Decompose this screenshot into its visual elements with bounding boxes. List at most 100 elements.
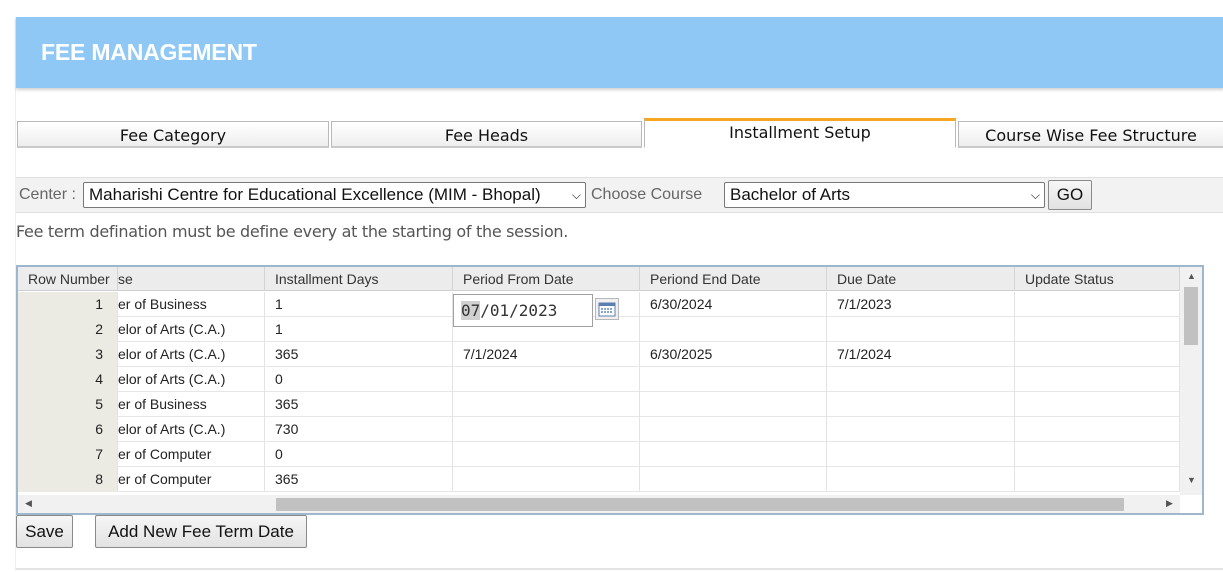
installment-days-cell[interactable]: 1 <box>265 292 453 317</box>
chevron-down-icon: ⌵ <box>1030 188 1040 202</box>
chevron-down-icon: ⌵ <box>571 188 581 202</box>
horizontal-scroll-thumb[interactable] <box>276 498 1124 511</box>
due-date-cell[interactable] <box>827 317 1015 342</box>
course-cell: elor of Arts (C.A.) <box>118 417 265 442</box>
tab-installment-setup[interactable]: Installment Setup <box>644 118 956 148</box>
due-date-cell[interactable] <box>827 417 1015 442</box>
session-note: Fee term defination must be define every… <box>16 222 569 241</box>
update-status-cell[interactable] <box>1015 317 1180 342</box>
tab-bar: Fee Category Fee Heads Installment Setup… <box>16 118 1223 148</box>
installment-days-cell[interactable]: 365 <box>265 342 453 367</box>
update-status-cell[interactable] <box>1015 417 1180 442</box>
period-end-date-cell[interactable] <box>640 317 827 342</box>
course-label: Choose Course <box>591 186 703 203</box>
vertical-scroll-thumb[interactable] <box>1184 287 1198 345</box>
update-status-cell[interactable] <box>1015 442 1180 467</box>
installment-days-cell[interactable]: 1 <box>265 317 453 342</box>
update-status-cell[interactable] <box>1015 467 1180 492</box>
installment-grid: Row Number se Installment Days Period Fr… <box>16 265 1204 515</box>
row-number-cell: 3 <box>18 342 118 367</box>
filter-bar: Center : Maharishi Centre for Educationa… <box>16 177 1223 213</box>
date-month-segment[interactable]: 07 <box>461 301 481 320</box>
update-status-cell[interactable] <box>1015 367 1180 392</box>
arrow-left-icon[interactable]: ◀ <box>25 498 32 509</box>
table-row[interactable]: 4 elor of Arts (C.A.) 0 <box>18 367 1180 392</box>
period-from-date-cell[interactable] <box>453 467 640 492</box>
date-rest-segment[interactable]: /01/2023 <box>480 301 557 320</box>
horizontal-scrollbar[interactable]: ◀ ▶ <box>18 495 1180 513</box>
grid-header: Row Number se Installment Days Period Fr… <box>18 267 1180 291</box>
table-row[interactable]: 6 elor of Arts (C.A.) 730 <box>18 417 1180 442</box>
page-title: FEE MANAGEMENT <box>41 39 257 65</box>
table-row[interactable]: 5 er of Business 365 <box>18 392 1180 417</box>
period-from-date-cell[interactable] <box>453 442 640 467</box>
course-select[interactable]: Bachelor of Arts ⌵ <box>724 182 1045 208</box>
center-select[interactable]: Maharishi Centre for Educational Excelle… <box>83 182 586 208</box>
due-date-cell[interactable]: 7/1/2024 <box>827 342 1015 367</box>
row-number-cell: 4 <box>18 367 118 392</box>
tab-course-wise-fee-structure[interactable]: Course Wise Fee Structure <box>958 121 1223 148</box>
save-button[interactable]: Save <box>16 515 73 548</box>
center-label: Center : <box>19 186 76 203</box>
course-cell: er of Computer <box>118 467 265 492</box>
column-header-period-end-date: Periond End Date <box>640 267 827 291</box>
tab-fee-category[interactable]: Fee Category <box>17 121 329 148</box>
row-number-cell: 5 <box>18 392 118 417</box>
table-row[interactable]: 8 er of Computer 365 <box>18 467 1180 492</box>
due-date-cell[interactable] <box>827 442 1015 467</box>
installment-days-cell[interactable]: 0 <box>265 367 453 392</box>
arrow-up-icon[interactable]: ▲ <box>1187 271 1196 281</box>
course-cell: elor of Arts (C.A.) <box>118 317 265 342</box>
update-status-cell[interactable] <box>1015 342 1180 367</box>
row-number-cell: 2 <box>18 317 118 342</box>
installment-days-cell[interactable]: 365 <box>265 392 453 417</box>
column-header-period-from-date: Period From Date <box>453 267 640 291</box>
course-cell: elor of Arts (C.A.) <box>118 367 265 392</box>
period-end-date-cell[interactable] <box>640 392 827 417</box>
column-header-row-number: Row Number <box>18 267 118 291</box>
period-from-date-cell[interactable] <box>453 367 640 392</box>
due-date-cell[interactable] <box>827 367 1015 392</box>
page-header: FEE MANAGEMENT <box>16 17 1223 88</box>
course-select-value: Bachelor of Arts <box>730 185 851 204</box>
due-date-cell[interactable] <box>827 467 1015 492</box>
period-from-date-cell[interactable] <box>453 417 640 442</box>
period-end-date-cell[interactable] <box>640 367 827 392</box>
column-header-course: se <box>118 267 265 291</box>
installment-days-cell[interactable]: 365 <box>265 467 453 492</box>
vertical-scrollbar[interactable]: ▲ ▼ <box>1180 267 1202 495</box>
period-end-date-cell[interactable] <box>640 467 827 492</box>
column-header-installment-days: Installment Days <box>265 267 453 291</box>
period-from-date-input[interactable]: 07/01/2023 <box>453 294 593 327</box>
period-from-date-cell[interactable] <box>453 392 640 417</box>
row-number-cell: 7 <box>18 442 118 467</box>
row-number-cell: 6 <box>18 417 118 442</box>
period-end-date-cell[interactable] <box>640 442 827 467</box>
tab-fee-heads[interactable]: Fee Heads <box>331 121 642 148</box>
period-end-date-cell[interactable]: 6/30/2025 <box>640 342 827 367</box>
period-end-date-cell[interactable]: 6/30/2024 <box>640 292 827 317</box>
course-cell: er of Business <box>118 292 265 317</box>
update-status-cell[interactable] <box>1015 392 1180 417</box>
arrow-right-icon[interactable]: ▶ <box>1166 498 1173 509</box>
column-header-due-date: Due Date <box>827 267 1015 291</box>
due-date-cell[interactable] <box>827 392 1015 417</box>
calendar-icon[interactable] <box>595 298 619 320</box>
period-from-date-cell[interactable]: 7/1/2024 <box>453 342 640 367</box>
row-number-cell: 8 <box>18 467 118 492</box>
installment-days-cell[interactable]: 730 <box>265 417 453 442</box>
course-cell: elor of Arts (C.A.) <box>118 342 265 367</box>
table-row[interactable]: 7 er of Computer 0 <box>18 442 1180 467</box>
center-select-value: Maharishi Centre for Educational Excelle… <box>89 185 541 204</box>
table-row[interactable]: 3 elor of Arts (C.A.) 365 7/1/2024 6/30/… <box>18 342 1180 367</box>
due-date-cell[interactable]: 7/1/2023 <box>827 292 1015 317</box>
update-status-cell[interactable] <box>1015 292 1180 317</box>
add-new-fee-term-date-button[interactable]: Add New Fee Term Date <box>95 515 307 548</box>
column-header-update-status: Update Status <box>1015 267 1180 291</box>
arrow-down-icon[interactable]: ▼ <box>1187 475 1196 485</box>
installment-days-cell[interactable]: 0 <box>265 442 453 467</box>
fee-management-panel: FEE MANAGEMENT Fee Category Fee Heads In… <box>15 17 1223 570</box>
go-button[interactable]: GO <box>1048 180 1092 210</box>
period-end-date-cell[interactable] <box>640 417 827 442</box>
row-number-cell: 1 <box>18 292 118 317</box>
